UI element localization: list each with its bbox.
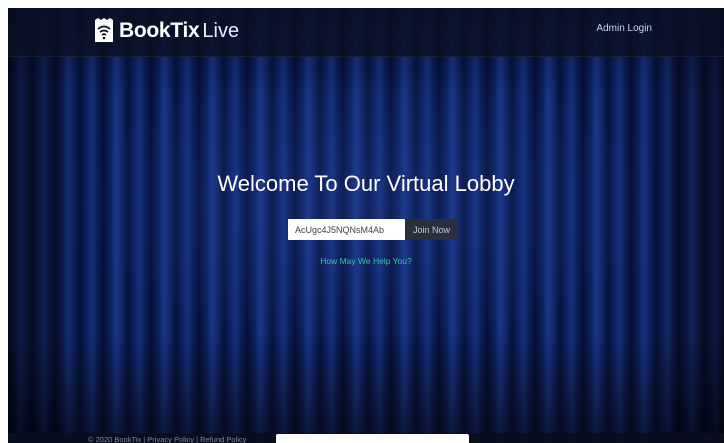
admin-login-link[interactable]: Admin Login	[596, 23, 652, 34]
join-now-button[interactable]: Join Now	[405, 219, 458, 240]
footer-text: © 2020 BookTix | Privacy Policy | Refund…	[88, 435, 247, 443]
top-navbar: BookTix Live Admin Login	[8, 8, 724, 57]
help-link[interactable]: How May We Help You?	[8, 256, 724, 266]
brand-suffix: Live	[202, 19, 240, 42]
footer-popup	[276, 434, 469, 443]
ticket-wifi-icon	[95, 18, 113, 42]
page-title: Welcome To Our Virtual Lobby	[217, 171, 515, 196]
join-form: Join Now	[288, 219, 458, 240]
access-code-input[interactable]	[288, 219, 405, 240]
footer: © 2020 BookTix | Privacy Policy | Refund…	[8, 433, 724, 443]
brand-logo[interactable]: BookTix Live	[94, 16, 239, 46]
app-frame: BookTix Live Admin Login Welcome To Our …	[8, 8, 724, 443]
brand-name: BookTix	[119, 19, 200, 42]
